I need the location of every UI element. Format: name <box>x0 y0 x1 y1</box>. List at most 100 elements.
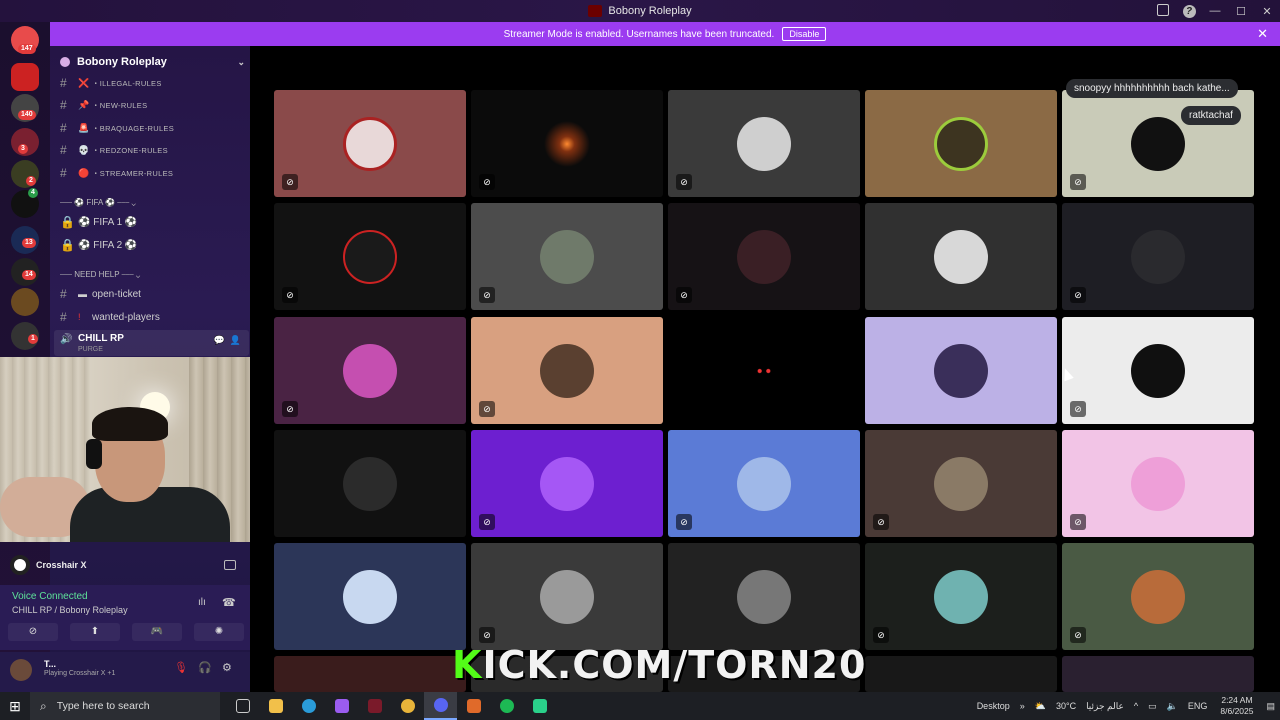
headphones-icon[interactable]: 🎧 <box>198 661 212 674</box>
category-fifa[interactable]: ⎯⎯⎯ ⚽ FIFA ⚽ ⎯⎯⎯ ⌄ <box>60 198 136 208</box>
channel-braquage-rules[interactable]: # 🚨 ・BRAQUAGE-RULES <box>60 120 245 136</box>
participant-tile[interactable]: ⊘ <box>1062 203 1254 310</box>
taskbar-search[interactable]: ⌕ Type here to search <box>30 692 220 720</box>
spotify-icon[interactable] <box>490 692 523 720</box>
server-header[interactable]: Bobony Roleplay ⌄ <box>60 56 245 68</box>
share-screen-button[interactable]: ⬆ <box>70 623 120 641</box>
edge-icon[interactable] <box>292 692 325 720</box>
activity-name: Crosshair X <box>36 560 87 570</box>
language-indicator[interactable]: ENG <box>1188 701 1208 711</box>
category-need-help[interactable]: ⎯⎯⎯ NEED HELP ⎯⎯⎯ ⌄ <box>60 270 140 280</box>
participant-tile[interactable]: ⊘ <box>471 430 663 537</box>
avatar <box>934 230 988 284</box>
channel-wanted-players[interactable]: # ! wanted-players <box>60 309 245 325</box>
voice-location[interactable]: CHILL RP / Bobony Roleplay <box>12 605 128 615</box>
participant-tile[interactable]: ⊘ <box>274 203 466 310</box>
participant-tile[interactable]: ⊘ <box>1062 543 1254 650</box>
disable-streamer-mode-button[interactable]: Disable <box>782 27 827 41</box>
app-icon[interactable] <box>523 692 556 720</box>
hash-icon: # <box>60 287 67 301</box>
volume-icon[interactable]: 🔈 <box>1167 701 1178 712</box>
app-icon[interactable] <box>358 692 391 720</box>
task-view-icon[interactable] <box>226 692 259 720</box>
app-icon[interactable] <box>457 692 490 720</box>
channel-redzone-rules[interactable]: # 💀 ・REDZONE-RULES <box>60 142 245 158</box>
minimize-button[interactable]: — <box>1202 5 1228 17</box>
chat-icon[interactable]: 💬 <box>214 335 225 346</box>
user-panel: T... Playing Crosshair X +1 🎙 🎧 ⚙ <box>0 652 250 692</box>
participant-tile[interactable] <box>668 317 860 424</box>
participant-tile[interactable]: ⊘ <box>1062 317 1254 424</box>
voice-channel-fifa-1[interactable]: 🔒 ⚽ FIFA 1 ⚽ <box>60 214 245 230</box>
participant-tile[interactable]: ⊘ <box>471 317 663 424</box>
avatar <box>1131 570 1185 624</box>
participant-tile[interactable] <box>274 656 466 692</box>
camera-off-button[interactable]: ⊘ <box>8 623 58 641</box>
screen-share-icon[interactable] <box>224 560 236 570</box>
participant-tile[interactable]: ⊘ <box>1062 430 1254 537</box>
participant-tile[interactable]: ⊘ <box>668 430 860 537</box>
participant-tile[interactable] <box>865 656 1057 692</box>
avatar <box>343 344 397 398</box>
windows-start-icon[interactable]: ⊞ <box>0 698 30 715</box>
clock[interactable]: 2:24 AM 8/6/2025 <box>1220 695 1253 717</box>
voice-status[interactable]: Voice Connected <box>12 591 88 602</box>
participant-tile[interactable]: ⊘ <box>865 543 1057 650</box>
voice-channel-fifa-2[interactable]: 🔒 ⚽ FIFA 2 ⚽ <box>60 237 245 253</box>
participant-tile[interactable]: ⊘ <box>471 203 663 310</box>
participant-tile[interactable]: ⊘ <box>865 430 1057 537</box>
participant-tile[interactable] <box>274 543 466 650</box>
noise-suppression-icon[interactable]: ılı <box>198 597 206 608</box>
channel-emoji: 🔴 <box>78 167 90 178</box>
inbox-icon[interactable] <box>1150 3 1176 19</box>
network-icon[interactable]: ▭ <box>1148 701 1157 712</box>
server-badge: 140 <box>18 110 36 120</box>
close-window-button[interactable]: ✕ <box>1254 5 1280 18</box>
participant-tile[interactable]: ⊘ <box>274 90 466 197</box>
chat-bubble[interactable]: snoopyy hhhhhhhhhh bach kathe... <box>1066 79 1238 98</box>
add-user-icon[interactable]: 👤 <box>230 335 241 346</box>
participant-tile[interactable] <box>865 203 1057 310</box>
tray-expand-icon[interactable]: ^ <box>1134 701 1138 711</box>
window-title: Bobony Roleplay <box>608 5 692 17</box>
participant-tile[interactable]: ⊘ <box>471 90 663 197</box>
discord-taskbar-icon[interactable] <box>424 692 457 720</box>
weather-temp[interactable]: 30°C <box>1056 701 1076 711</box>
participant-tile[interactable] <box>865 317 1057 424</box>
channel-illegal-rules[interactable]: # ❌ ・ILLEGAL-RULES <box>60 75 245 91</box>
participant-tile[interactable]: ⊘ <box>471 543 663 650</box>
weather-icon[interactable]: ⛅ <box>1035 701 1046 712</box>
activity-button[interactable]: 🎮 <box>132 623 182 641</box>
server-icon-lion[interactable] <box>11 288 39 316</box>
chevron-icon[interactable]: » <box>1020 701 1025 711</box>
hash-icon: # <box>60 98 67 112</box>
soundboard-button[interactable]: ✺ <box>194 623 244 641</box>
participant-tile[interactable] <box>668 543 860 650</box>
app-logo-icon <box>588 5 603 17</box>
channel-new-rules[interactable]: # 📌 ・NEW-RULES <box>60 97 245 113</box>
chat-bubble[interactable]: ratktachaf <box>1181 106 1241 125</box>
participant-tile[interactable]: ⊘ <box>668 203 860 310</box>
notifications-icon[interactable]: ▤ <box>1266 701 1275 712</box>
help-icon[interactable]: ? <box>1176 4 1202 18</box>
desktop-label[interactable]: Desktop <box>977 701 1010 711</box>
channel-streamer-rules[interactable]: # 🔴 ・STREAMER-RULES <box>60 165 245 181</box>
close-banner-icon[interactable]: ✕ <box>1257 26 1268 42</box>
participant-tile[interactable] <box>865 90 1057 197</box>
participant-tile[interactable] <box>274 430 466 537</box>
settings-gear-icon[interactable]: ⚙ <box>222 661 232 674</box>
channel-open-ticket[interactable]: # ▬ open-ticket <box>60 286 245 302</box>
participant-tile[interactable]: ⊘ <box>668 90 860 197</box>
activity-panel[interactable]: Crosshair X <box>4 552 246 578</box>
participant-tile[interactable]: ⊘ <box>274 317 466 424</box>
disconnect-icon[interactable]: ☎ <box>222 596 236 609</box>
participant-tile[interactable] <box>1062 656 1254 692</box>
mute-icon[interactable]: 🎙 <box>174 661 188 674</box>
server-icon-8r[interactable] <box>11 63 39 91</box>
chrome-icon[interactable] <box>391 692 424 720</box>
app-icon[interactable] <box>325 692 358 720</box>
file-explorer-icon[interactable] <box>259 692 292 720</box>
voice-channel-chill-rp[interactable]: 🔊 CHILL RP PURGE 💬 👤 <box>54 330 249 356</box>
maximize-button[interactable]: ☐ <box>1228 5 1254 18</box>
avatar[interactable] <box>10 659 32 681</box>
